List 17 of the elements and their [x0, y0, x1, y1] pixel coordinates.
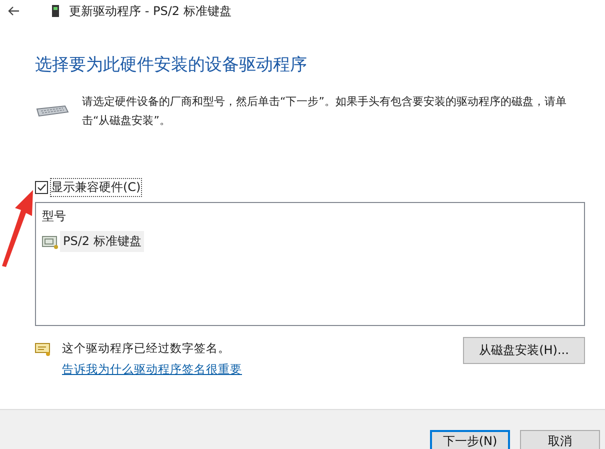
have-disk-button[interactable]: 从磁盘安装(H)... — [463, 337, 585, 364]
compatible-checkbox[interactable]: 显示兼容硬件(C) — [35, 179, 141, 196]
column-header: 型号 — [42, 208, 67, 225]
certificate-icon — [35, 342, 51, 356]
device-card-icon — [42, 234, 58, 248]
device-icon — [52, 5, 59, 17]
checkmark-icon — [36, 182, 47, 193]
signature-link[interactable]: 告诉我为什么驱动程序签名很重要 — [62, 362, 242, 377]
instruction-text: 请选定硬件设备的厂商和型号，然后单击“下一步”。如果手头有包含要安装的驱动程序的磁盘，请单击“从磁盘安装”。 — [82, 94, 568, 129]
cancel-button[interactable]: 取消 — [520, 430, 600, 449]
back-icon[interactable] — [8, 6, 20, 16]
page-heading: 选择要为此硬件安装的设备驱动程序 — [35, 54, 308, 76]
window-title: 更新驱动程序 - PS/2 标准键盘 — [69, 2, 232, 20]
list-item[interactable]: PS/2 标准键盘 — [60, 231, 144, 252]
next-button[interactable]: 下一步(N) — [430, 430, 510, 449]
signature-text: 这个驱动程序已经过数字签名。 — [62, 341, 230, 356]
keyboard-icon — [35, 105, 69, 117]
